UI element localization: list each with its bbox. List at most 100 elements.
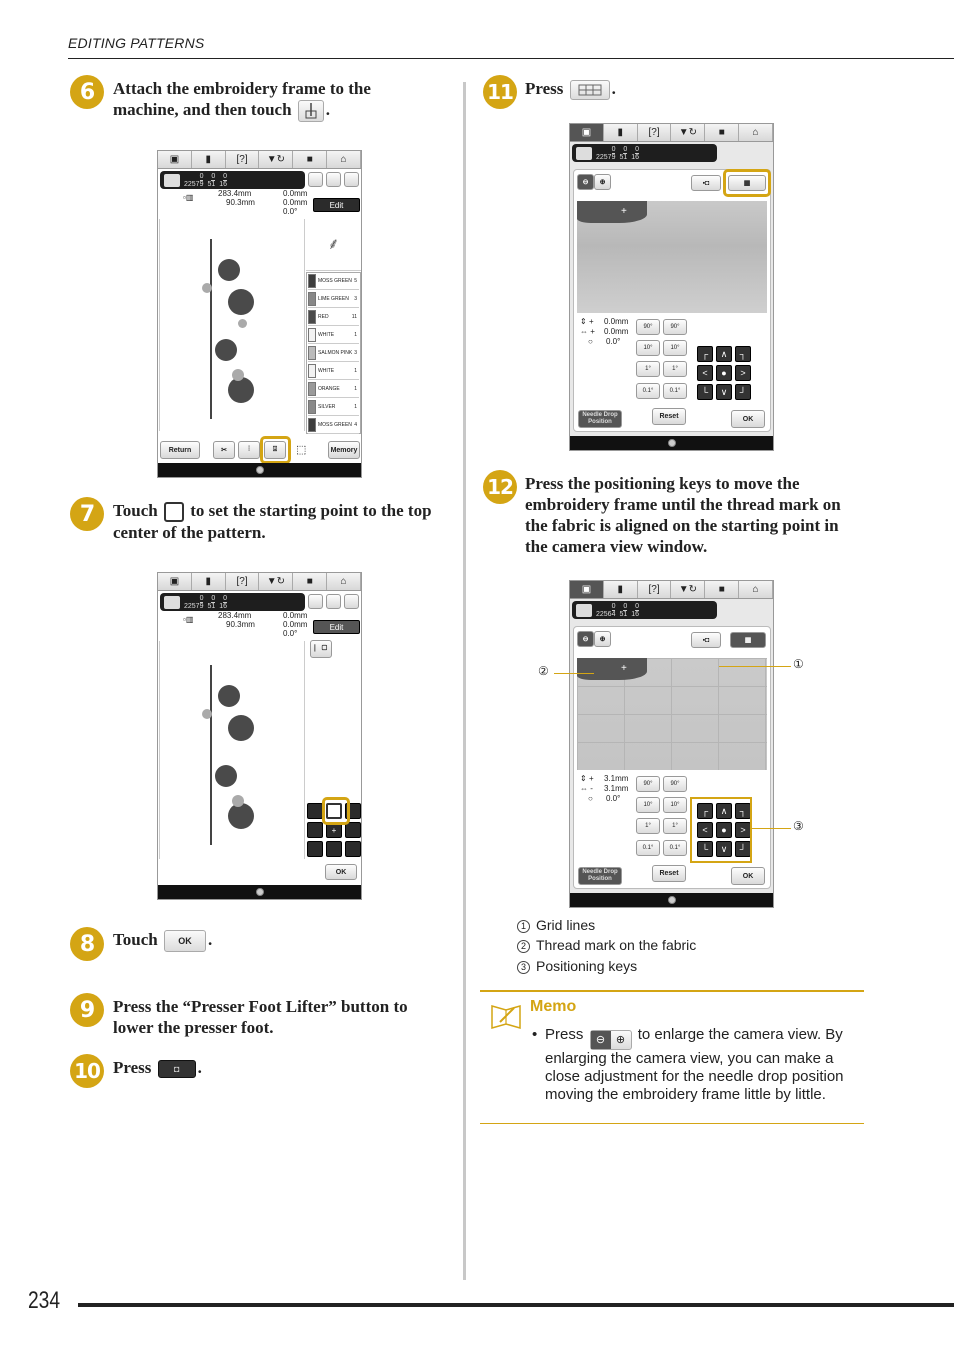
rotate-left-90[interactable]: 90° <box>636 319 660 335</box>
pattern-stem <box>210 239 212 419</box>
tab-home[interactable]: ⌂ <box>739 581 773 598</box>
time-count: 0 51 <box>207 594 216 610</box>
return-button[interactable]: Return <box>160 441 200 459</box>
tab-lock[interactable]: ■ <box>705 581 740 598</box>
tab-help[interactable]: [?] <box>226 151 260 168</box>
pattern-flower-small <box>232 369 244 381</box>
tab-home[interactable]: ⌂ <box>327 151 361 168</box>
start-bottom-center[interactable] <box>326 841 342 857</box>
move-up-left[interactable]: ┌ <box>697 346 713 362</box>
reset-button[interactable]: Reset <box>652 865 686 882</box>
rotate-left-90[interactable]: 90° <box>636 776 660 792</box>
memo-text: Press ⊖ ⊕ to enlarge the camera view. By … <box>545 1026 844 1103</box>
tab-lock[interactable]: ■ <box>293 573 328 590</box>
tab-lock[interactable]: ■ <box>293 151 328 168</box>
tab-page[interactable]: ▮ <box>604 124 638 141</box>
settings-icon[interactable] <box>667 439 676 447</box>
zoom-in-button[interactable]: ⊕ <box>594 631 611 647</box>
basting-button[interactable]: ⫶ <box>238 441 260 459</box>
tab-page[interactable]: ▮ <box>192 151 226 168</box>
tab-help[interactable]: [?] <box>638 581 672 598</box>
thread-cut-button[interactable]: ✂ <box>213 441 235 459</box>
tab-presser-foot[interactable]: ▼↻ <box>671 581 706 598</box>
settings-icon[interactable] <box>255 466 264 474</box>
move-down-left[interactable]: └ <box>697 384 713 400</box>
rotate-left-0-1[interactable]: 0.1° <box>636 840 660 856</box>
move-up-right[interactable]: ┐ <box>735 346 751 362</box>
reset-button[interactable]: Reset <box>652 408 686 425</box>
start-bottom-right[interactable] <box>345 841 361 857</box>
size-view-button[interactable] <box>344 172 359 187</box>
tab-home[interactable]: ⌂ <box>739 124 773 141</box>
ok-button[interactable]: OK <box>731 867 765 885</box>
rotate-left-10[interactable]: 10° <box>636 797 660 813</box>
settings-icon[interactable] <box>255 888 264 896</box>
settings-icon[interactable] <box>667 896 676 904</box>
size-view-button[interactable] <box>344 594 359 609</box>
angle-value: 0.0° <box>606 794 621 803</box>
time-count: 0 51 <box>619 145 628 161</box>
rotate-left-10[interactable]: 10° <box>636 340 660 356</box>
start-bottom-left[interactable] <box>307 841 323 857</box>
rotate-left-0-1[interactable]: 0.1° <box>636 383 660 399</box>
thread-view-button[interactable] <box>308 594 323 609</box>
grid-button-active[interactable]: ▦ <box>730 632 766 648</box>
camera-image-button[interactable]: ▪◘ <box>691 175 721 191</box>
move-down[interactable]: ∨ <box>716 384 732 400</box>
move-center[interactable]: ● <box>716 365 732 381</box>
tab-help[interactable]: [?] <box>226 573 260 590</box>
camera-preview-button[interactable] <box>326 594 341 609</box>
rotate-right-0-1[interactable]: 0.1° <box>663 383 687 399</box>
rotate-left-1[interactable]: 1° <box>636 818 660 834</box>
camera-preview-button[interactable] <box>326 172 341 187</box>
rotate-right-90[interactable]: 90° <box>663 776 687 792</box>
ok-button[interactable]: OK <box>325 864 357 880</box>
tab-presser-foot[interactable]: ▼↻ <box>259 573 294 590</box>
tab-lock[interactable]: ■ <box>705 124 740 141</box>
rotate-right-0-1[interactable]: 0.1° <box>663 840 687 856</box>
column-divider <box>463 82 466 1280</box>
tab-presser-foot[interactable]: ▼↻ <box>671 124 706 141</box>
needle-drop-position-button[interactable]: Needle Drop Position <box>578 867 622 885</box>
memory-button[interactable]: Memory <box>328 441 360 459</box>
thread-view-button[interactable] <box>308 172 323 187</box>
tab-help[interactable]: [?] <box>638 124 672 141</box>
move-up[interactable]: ∧ <box>716 346 732 362</box>
tab-page[interactable]: ▮ <box>604 581 638 598</box>
edit-button[interactable]: Edit <box>313 198 360 212</box>
starting-point-button[interactable]: ⎸▢ <box>310 640 332 658</box>
zoom-out-button[interactable]: ⊖ <box>577 174 594 190</box>
needle-drop-position-button[interactable]: Needle Drop Position <box>578 410 622 428</box>
rotate-left-1[interactable]: 1° <box>636 361 660 377</box>
screen-bottom-bar <box>158 885 361 899</box>
screen-step-6: ▣ ▮ [?] ▼↻ ■ ⌂ 0 22579 0 51 0 16 ▫▥ 283.4mm… <box>157 150 362 478</box>
tab-camera[interactable]: ▣ <box>158 151 192 168</box>
zoom-out-button[interactable]: ⊖ <box>577 631 594 647</box>
tab-camera[interactable]: ▣ <box>570 124 604 141</box>
tab-camera[interactable]: ▣ <box>158 573 192 590</box>
rotate-right-1[interactable]: 1° <box>663 818 687 834</box>
legend-item: 1 Grid lines <box>517 917 595 933</box>
start-middle-left[interactable] <box>307 822 323 838</box>
edit-button[interactable]: Edit <box>313 620 360 634</box>
rotate-icon: ○ <box>588 337 593 346</box>
start-top-left[interactable] <box>307 803 323 819</box>
tab-presser-foot[interactable]: ▼↻ <box>259 151 294 168</box>
camera-image-button[interactable]: ▪◘ <box>691 632 721 648</box>
memo-bullet: • <box>532 1026 538 1043</box>
move-right[interactable]: > <box>735 365 751 381</box>
ok-button[interactable]: OK <box>731 410 765 428</box>
move-down-right[interactable]: ┘ <box>735 384 751 400</box>
spool-icon <box>308 274 316 288</box>
move-left[interactable]: < <box>697 365 713 381</box>
thread-list[interactable]: MOSS GREEN 5 LIME GREEN 3 RED 11 WHITE 1 SAL… <box>306 272 361 434</box>
tab-page[interactable]: ▮ <box>192 573 226 590</box>
rotate-right-1[interactable]: 1° <box>663 361 687 377</box>
tab-camera[interactable]: ▣ <box>570 581 604 598</box>
zoom-in-button[interactable]: ⊕ <box>594 174 611 190</box>
pattern-thumbnail: ⸙ <box>306 219 361 271</box>
rotate-right-10[interactable]: 10° <box>663 797 687 813</box>
rotate-right-90[interactable]: 90° <box>663 319 687 335</box>
tab-home[interactable]: ⌂ <box>327 573 361 590</box>
rotate-right-10[interactable]: 10° <box>663 340 687 356</box>
